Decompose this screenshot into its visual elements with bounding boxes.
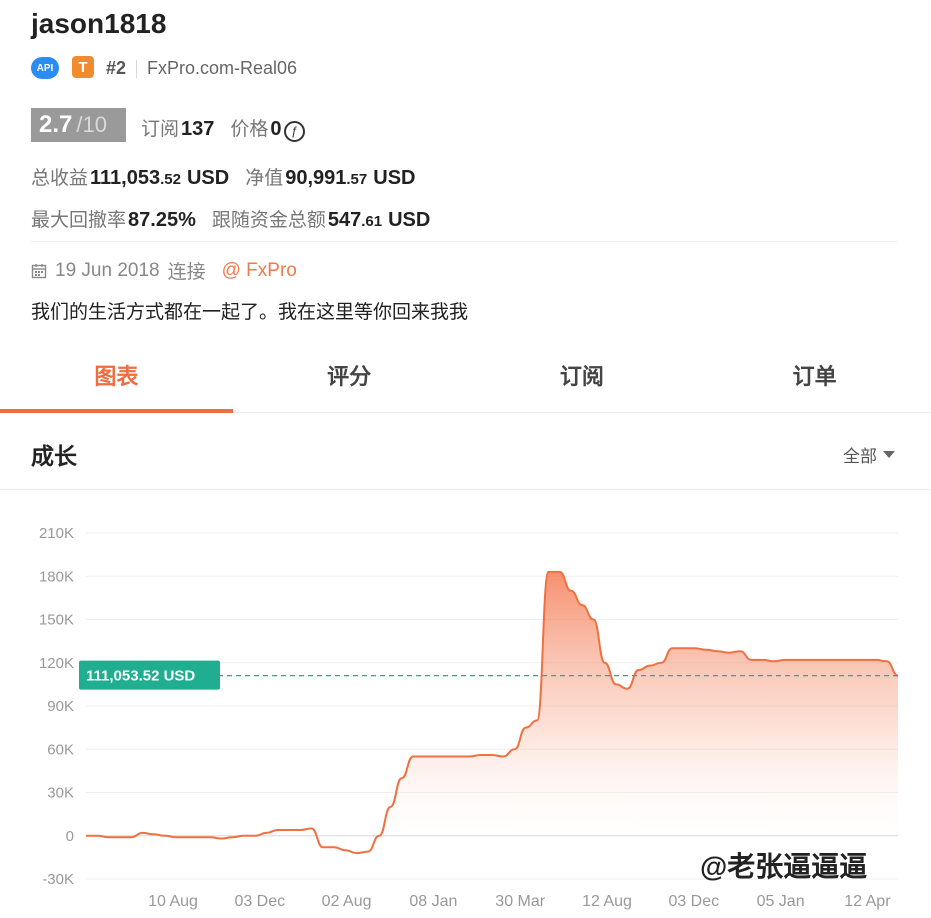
rating-box: 2.7 /10	[31, 108, 126, 142]
watermark: @老张逼逼逼	[700, 845, 867, 885]
y-tick-label: 150K	[39, 612, 74, 629]
subscribers-price-row: 订阅 137 价格 0 ƒ	[141, 114, 305, 142]
coin-icon: ƒ	[283, 121, 305, 142]
price-label: 价格	[230, 119, 269, 140]
rating-max: /10	[76, 112, 107, 137]
equity-decimals: .57	[346, 171, 368, 188]
connection-info: 19 Jun 2018 连接 @ FxPro	[31, 257, 297, 284]
period-filter-label: 全部	[843, 447, 877, 466]
equity-value: 90,991	[285, 167, 347, 189]
total-profit-unit: USD	[186, 167, 230, 189]
price-value: 0	[270, 118, 282, 140]
calendar-icon	[31, 263, 47, 278]
watermark-text: @老张逼逼逼	[700, 851, 868, 882]
x-tick-label: 10 Aug	[148, 893, 198, 910]
y-tick-label: 60K	[47, 741, 74, 758]
growth-area	[86, 571, 898, 854]
subscribers-value: 137	[181, 118, 215, 140]
x-tick-label: 12 Apr	[844, 893, 891, 910]
current-value-label: 111,053.52 USD	[86, 668, 195, 685]
profit-equity-row: 总收益 111,053.52 USD 净值 90,991.57 USD	[31, 163, 415, 190]
api-badge-icon: API	[31, 57, 59, 79]
follow-funds-value: 547	[327, 209, 362, 231]
x-tick-label: 08 Jan	[409, 893, 457, 910]
broker-link[interactable]: @ FxPro	[222, 260, 297, 282]
x-tick-label: 03 Dec	[668, 893, 719, 910]
follow-funds-unit: USD	[388, 209, 431, 231]
equity-label: 净值	[245, 168, 284, 189]
rank: #2	[106, 58, 127, 78]
connection-date: 19 Jun 2018	[55, 259, 160, 281]
total-profit-label: 总收益	[31, 168, 89, 189]
x-tick-label: 03 Dec	[234, 893, 285, 910]
y-tick-label: 120K	[39, 655, 74, 672]
max-drawdown-label: 最大回撤率	[31, 210, 127, 231]
username: jason1818	[31, 8, 167, 39]
x-tick-label: 12 Aug	[582, 893, 632, 910]
tab-chart[interactable]: 图表	[0, 346, 233, 413]
tab-subscribe[interactable]: 订阅	[466, 346, 699, 412]
follow-funds-decimals: .61	[361, 213, 383, 230]
caret-down-icon	[883, 451, 895, 458]
max-drawdown-value: 87.25%	[128, 209, 196, 231]
x-tick-label: 02 Aug	[322, 893, 372, 910]
equity-unit: USD	[373, 167, 416, 189]
y-tick-label: 0	[66, 828, 74, 845]
x-tick-label: 30 Mar	[495, 893, 545, 910]
tab-bar: 图表 评分 订阅 订单	[0, 346, 931, 413]
tab-orders[interactable]: 订单	[698, 346, 931, 412]
connection-label: 连接	[167, 262, 206, 283]
x-tick-label: 05 Jan	[757, 893, 805, 910]
y-tick-label: 180K	[39, 568, 74, 585]
rating-score: 2.7	[39, 111, 73, 138]
drawdown-funds-row: 最大回撤率 87.25% 跟随资金总额 547.61 USD	[31, 205, 430, 232]
section-title: 成长	[31, 443, 77, 469]
divider	[31, 241, 897, 242]
total-profit-decimals: .52	[160, 171, 181, 188]
y-tick-label: 30K	[47, 785, 74, 802]
type-badge-icon: T	[72, 56, 94, 78]
strategy-description: 我们的生活方式都在一起了。我在这里等你回来我我	[31, 302, 469, 323]
server-name: FxPro.com-Real06	[147, 58, 298, 78]
follow-funds-label: 跟随资金总额	[211, 210, 326, 231]
y-tick-label: 90K	[47, 698, 74, 715]
y-tick-label: -30K	[42, 871, 74, 888]
y-tick-label: 210K	[39, 525, 74, 542]
tab-rating[interactable]: 评分	[233, 346, 466, 412]
total-profit-value: 111,053	[90, 167, 161, 189]
period-filter-dropdown[interactable]: 全部	[843, 442, 895, 467]
subscribers-label: 订阅	[141, 119, 180, 140]
divider	[136, 60, 137, 78]
